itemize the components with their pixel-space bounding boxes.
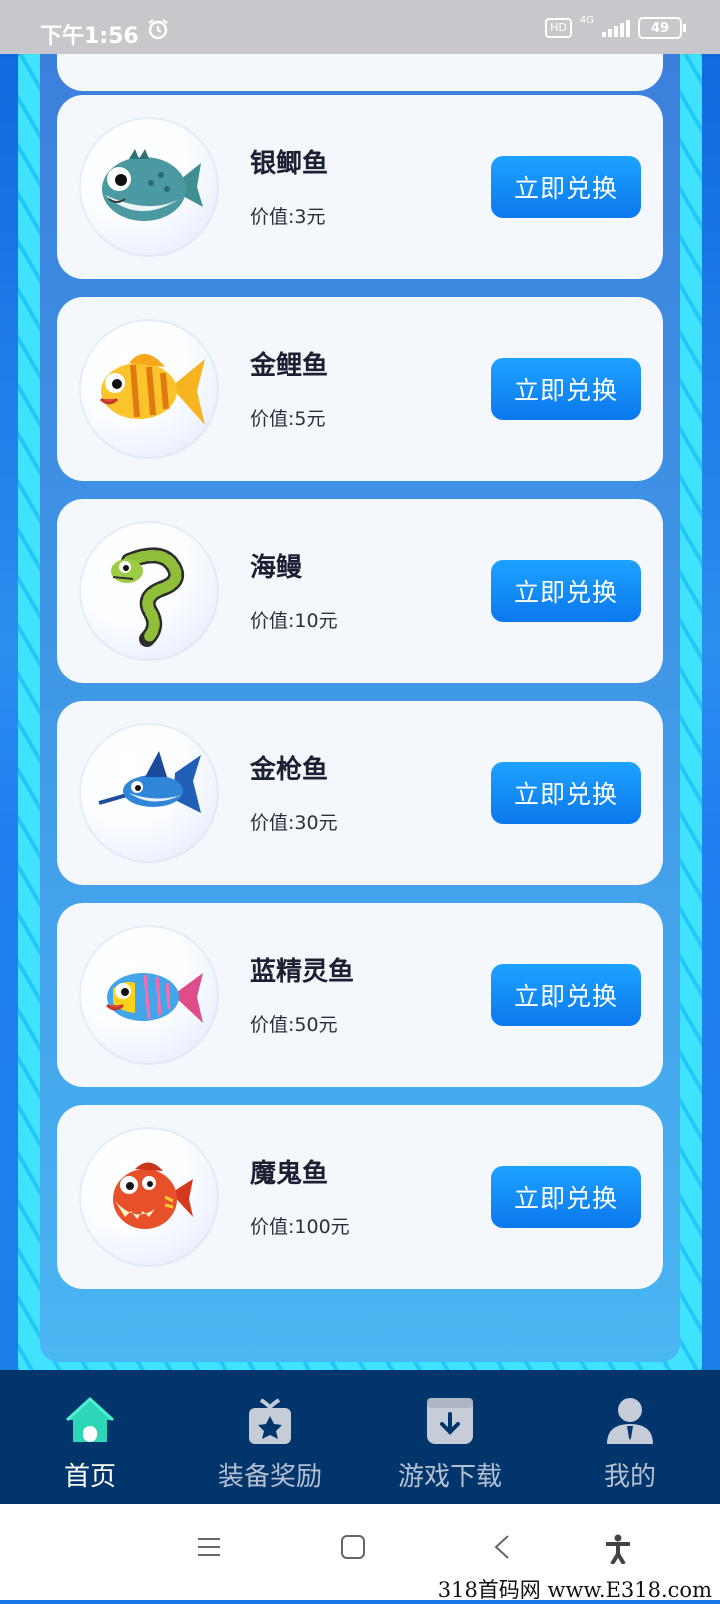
user-icon	[607, 1398, 653, 1444]
tab-label: 装备奖励	[217, 1462, 322, 1492]
home-square-icon[interactable]	[340, 1534, 366, 1560]
tab-game-download[interactable]: 游戏下载	[360, 1370, 540, 1504]
fish-name: 金枪鱼	[250, 755, 329, 785]
battery-level: 49	[650, 20, 670, 36]
fish-name: 魔鬼鱼	[250, 1159, 329, 1189]
blue-fish-icon	[105, 973, 203, 1023]
fish-bubble	[79, 925, 219, 1065]
eel-icon	[111, 547, 185, 647]
status-indicators: HD 4G 49	[545, 15, 686, 39]
bottom-tab-bar: 首页 装备奖励 游戏下载 我的	[0, 1370, 720, 1504]
fish-card: 金鲤鱼 价值:5元 立即兑换	[57, 297, 663, 481]
hd-badge: HD	[545, 18, 572, 38]
fish-value: 价值:10元	[250, 610, 338, 632]
fish-bubble	[79, 723, 219, 863]
tab-equipment-rewards[interactable]: 装备奖励	[180, 1370, 360, 1504]
exchange-button[interactable]: 立即兑换	[491, 762, 641, 824]
fish-value: 价值:3元	[250, 206, 326, 228]
status-time: 下午1:56	[40, 24, 139, 49]
fish-name: 银鲫鱼	[250, 149, 329, 179]
fish-card: 蓝精灵鱼 价值:50元 立即兑换	[57, 903, 663, 1087]
fish-name: 海鳗	[250, 553, 303, 583]
network-type: 4G	[579, 15, 594, 26]
gift-star-icon	[249, 1398, 291, 1444]
tab-mine[interactable]: 我的	[540, 1370, 720, 1504]
exchange-button[interactable]: 立即兑换	[491, 156, 641, 218]
home-icon	[65, 1396, 115, 1442]
exchange-button[interactable]: 立即兑换	[491, 560, 641, 622]
exchange-button[interactable]: 立即兑换	[491, 1166, 641, 1228]
pufferfish-icon	[102, 149, 203, 221]
exchange-button[interactable]: 立即兑换	[491, 964, 641, 1026]
alarm-icon	[146, 17, 170, 45]
download-box-icon	[427, 1398, 473, 1444]
accessibility-icon[interactable]	[604, 1534, 632, 1564]
battery-icon: 49	[638, 17, 686, 39]
fish-value: 价值:30元	[250, 812, 338, 834]
signal-icon	[602, 19, 630, 37]
exchange-button[interactable]: 立即兑换	[491, 358, 641, 420]
fish-card: 银鲫鱼 价值:3元 立即兑换	[57, 95, 663, 279]
content-area: 银鲫鱼 价值:3元 立即兑换 金鲤鱼 价值:5元 立即兑换 海鳗 价值:10元 …	[0, 54, 720, 1370]
fish-name: 蓝精灵鱼	[250, 957, 355, 987]
tab-label: 游戏下载	[397, 1462, 502, 1492]
status-bar: 下午1:56 HD 4G 49	[0, 0, 720, 54]
fish-bubble	[79, 117, 219, 257]
tab-label: 首页	[63, 1462, 116, 1492]
fish-card: 海鳗 价值:10元 立即兑换	[57, 499, 663, 683]
fish-bubble	[79, 1127, 219, 1267]
goldfish-icon	[99, 353, 205, 425]
fish-bubble	[79, 521, 219, 661]
fish-value: 价值:50元	[250, 1014, 338, 1036]
fish-bubble	[79, 319, 219, 459]
fish-card-partial	[57, 54, 663, 91]
back-icon[interactable]	[490, 1534, 516, 1560]
tab-home[interactable]: 首页	[0, 1370, 180, 1504]
fish-card: 魔鬼鱼 价值:100元 立即兑换	[57, 1105, 663, 1289]
fish-value: 价值:5元	[250, 408, 326, 430]
tab-label: 我的	[603, 1462, 656, 1492]
swordfish-icon	[98, 751, 201, 813]
fish-name: 金鲤鱼	[250, 351, 329, 381]
fish-value: 价值:100元	[250, 1216, 350, 1238]
fish-card: 金枪鱼 价值:30元 立即兑换	[57, 701, 663, 885]
menu-icon[interactable]	[196, 1534, 222, 1560]
piranha-icon	[113, 1162, 193, 1229]
